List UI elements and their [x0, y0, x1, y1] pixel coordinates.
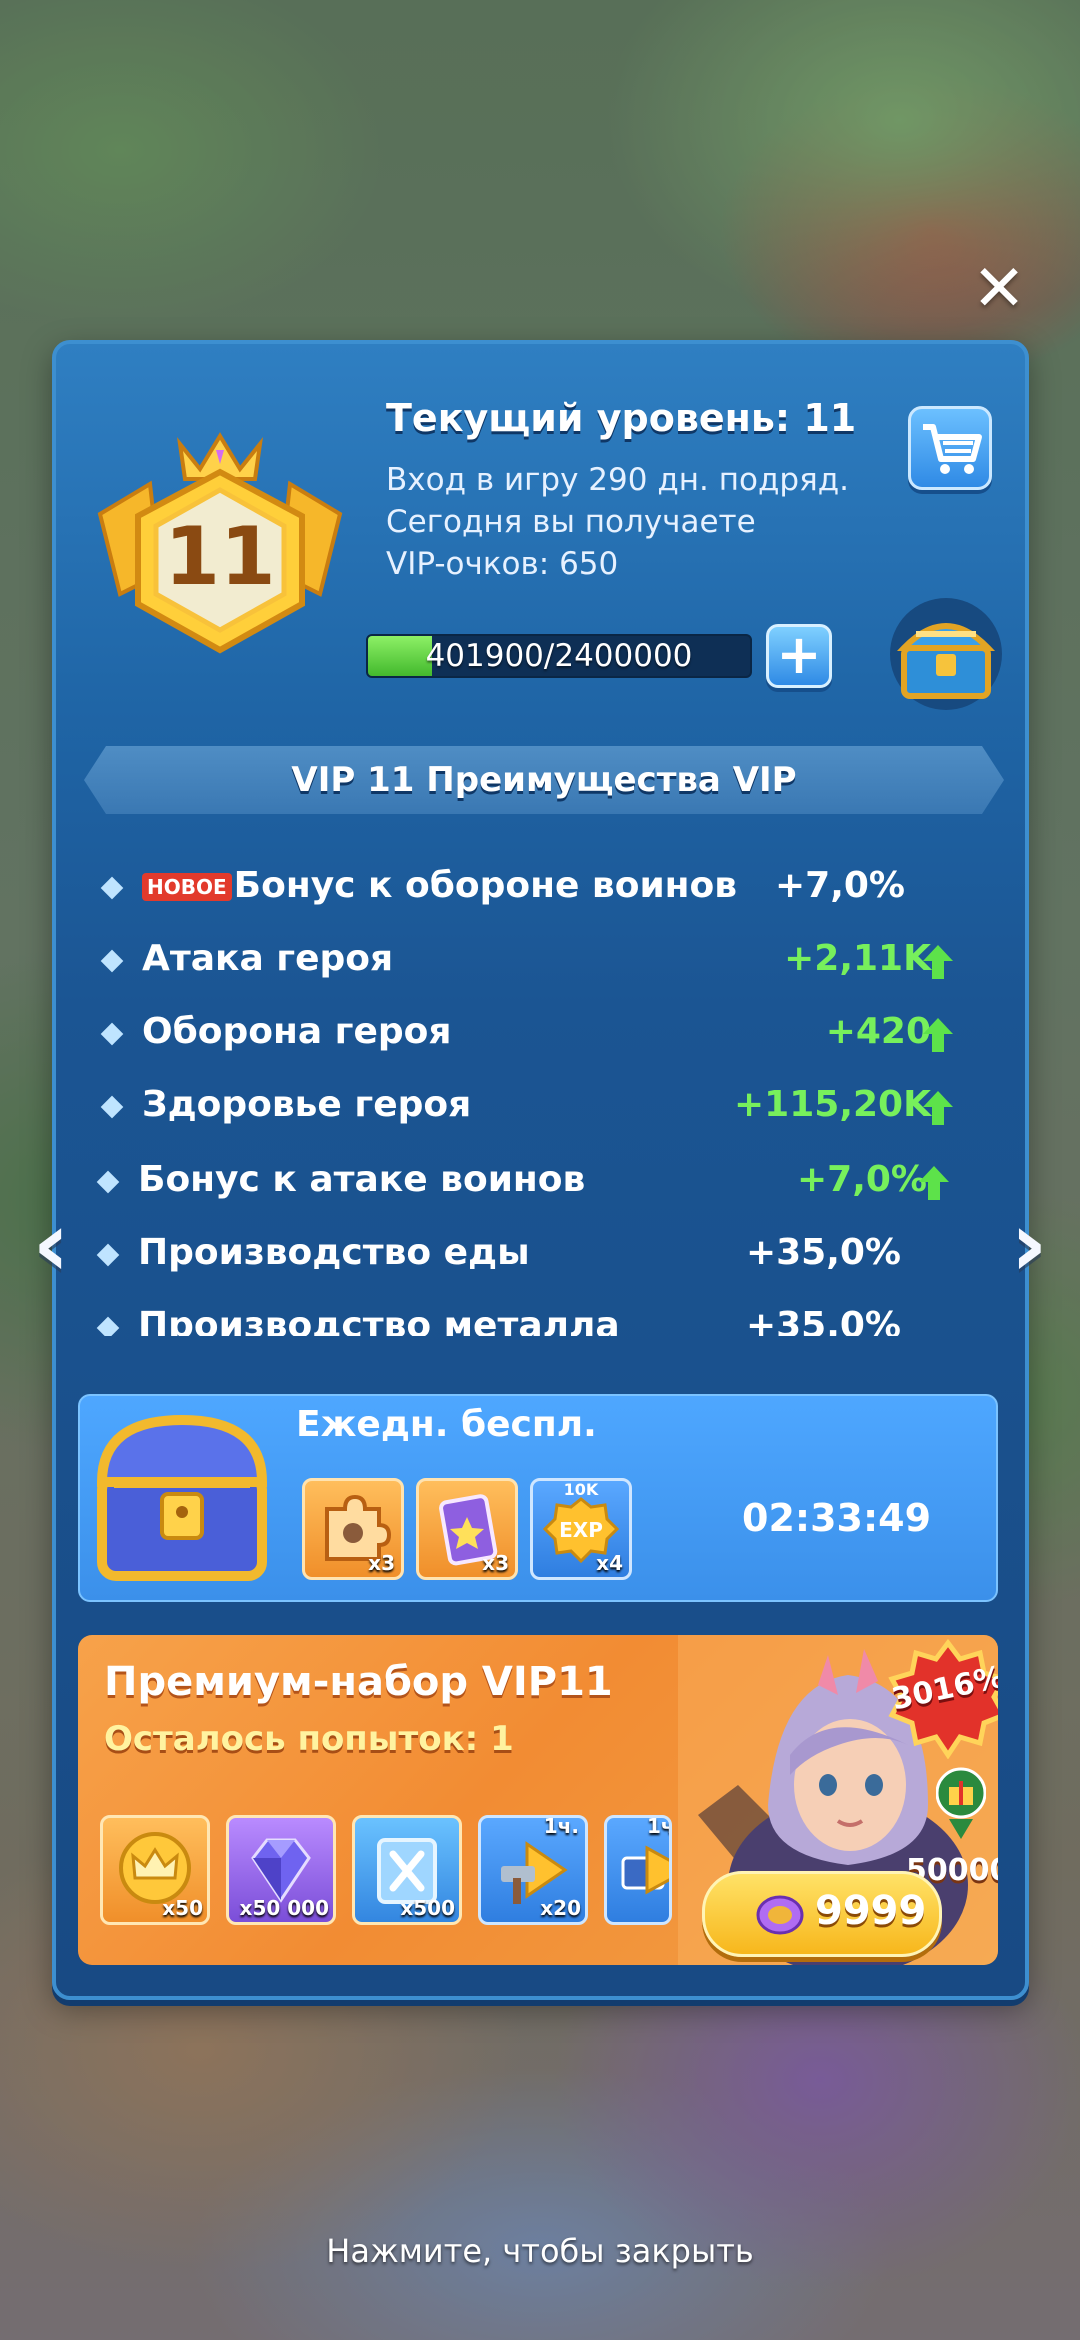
- bullet-icon: [100, 1095, 124, 1119]
- svg-text:EXP: EXP: [559, 1518, 603, 1542]
- close-icon[interactable]: ✕: [968, 257, 1030, 321]
- daily-item[interactable]: x3: [416, 1478, 518, 1580]
- arrow-up-icon: [923, 945, 953, 979]
- svg-text:10K: 10K: [564, 1481, 599, 1499]
- benefit-row: Оборона героя +420: [100, 1002, 993, 1062]
- benefit-name: Здоровье героя: [142, 1084, 472, 1125]
- chest-icon: [96, 1414, 268, 1581]
- current-level-title: Текущий уровень: 11: [386, 396, 857, 440]
- vip-benefits-list[interactable]: НОВОЕ Бонус к обороне воинов +7,0% Атака …: [56, 854, 1025, 1159]
- premium-pack-card[interactable]: Премиум-набор VIP11 Осталось попыток: 1 …: [78, 1635, 998, 1965]
- daily-item[interactable]: EXP 10K x4: [530, 1478, 632, 1580]
- benefit-value: +7,0%: [774, 865, 905, 906]
- benefit-value: +35,0%: [745, 1305, 901, 1336]
- benefit-name: Производство еды: [138, 1232, 530, 1273]
- arrow-up-icon: [919, 1166, 949, 1200]
- arrow-up-icon: [923, 1018, 953, 1052]
- bullet-icon: [100, 949, 124, 973]
- vip-progress-text: 401900/2400000: [425, 638, 693, 674]
- benefit-value: +7,0%: [796, 1159, 927, 1200]
- benefit-value: +2,11K: [784, 938, 931, 979]
- chevron-right-icon[interactable]: ›: [1000, 1200, 1058, 1290]
- benefit-row: Здоровье героя +115,20K: [100, 1075, 993, 1135]
- benefit-value: +35,0%: [745, 1232, 901, 1273]
- premium-item[interactable]: x50 000: [226, 1815, 336, 1925]
- item-quantity: x3: [368, 1551, 395, 1575]
- duration-tag: 1ч: [647, 1815, 672, 1838]
- vip-level-number: 11: [164, 510, 275, 603]
- benefit-name: Производство металла: [138, 1305, 620, 1336]
- daily-item[interactable]: x3: [302, 1478, 404, 1580]
- benefit-row: Производство металла +35,0%: [96, 1296, 989, 1336]
- price-label: 9999: [815, 1888, 927, 1934]
- benefit-value: +420: [825, 1011, 931, 1052]
- benefit-name: Оборона героя: [142, 1011, 452, 1052]
- premium-item[interactable]: 1ч. x20: [478, 1814, 588, 1925]
- premium-item[interactable]: 1ч: [604, 1815, 672, 1925]
- arrow-up-icon: [923, 1091, 953, 1125]
- shop-cart-button[interactable]: [908, 406, 992, 490]
- benefit-row: Производство еды +35,0%: [96, 1223, 989, 1283]
- gem-currency-icon: [756, 1895, 804, 1935]
- daily-timer: 02:33:49: [742, 1496, 932, 1540]
- vip-benefits-banner: VIP 11 Преимущества VIP: [84, 746, 1004, 814]
- premium-attempts-left: Осталось попыток: 1: [104, 1719, 514, 1759]
- benefit-value: +115,20K: [734, 1084, 931, 1125]
- vip-points-text: VIP-очков: 650: [386, 546, 619, 582]
- item-quantity: x3: [482, 1551, 509, 1575]
- add-vip-points-button[interactable]: +: [766, 624, 832, 688]
- premium-pack-title: Премиум-набор VIP11: [104, 1659, 613, 1705]
- benefit-name: Бонус к обороне воинов: [233, 865, 738, 906]
- daily-free-title: Ежедн. беспл.: [296, 1404, 597, 1445]
- vip-benefits-list-lower[interactable]: Бонус к атаке воинов +7,0% Производство …: [52, 1150, 1029, 1336]
- gift-icon: [936, 1767, 986, 1839]
- login-streak-text: Вход в игру 290 дн. подряд.: [386, 462, 850, 498]
- item-quantity: x4: [596, 1551, 623, 1575]
- bullet-icon: [96, 1316, 120, 1336]
- item-quantity: x50: [162, 1896, 203, 1920]
- vip-level-badge: 11: [97, 432, 343, 654]
- item-quantity: x20: [540, 1896, 581, 1920]
- vip-chest-button[interactable]: [886, 594, 1006, 714]
- today-reward-text: Сегодня вы получаете: [386, 504, 756, 540]
- bullet-icon: [100, 876, 124, 900]
- duration-tag: 1ч.: [543, 1814, 579, 1838]
- vip-progress-bar: 401900/2400000: [366, 634, 752, 678]
- item-quantity: x500: [400, 1896, 455, 1920]
- item-quantity: x50 000: [239, 1896, 329, 1920]
- tap-to-close-hint[interactable]: Нажмите, чтобы закрыть: [0, 2232, 1080, 2270]
- premium-item[interactable]: x500: [352, 1815, 462, 1925]
- bullet-icon: [96, 1243, 120, 1267]
- benefit-name: Атака героя: [142, 938, 394, 979]
- benefit-row: Бонус к атаке воинов +7,0%: [96, 1150, 989, 1210]
- benefit-row: НОВОЕ Бонус к обороне воинов +7,0%: [100, 856, 993, 916]
- benefit-name: Бонус к атаке воинов: [138, 1159, 586, 1200]
- benefit-row: Атака героя +2,11K: [100, 929, 993, 989]
- bullet-icon: [96, 1170, 120, 1194]
- chevron-left-icon[interactable]: ‹: [22, 1200, 80, 1290]
- daily-free-card[interactable]: Ежедн. беспл. x3 x3 EXP 10K x4 02:33:49: [78, 1394, 998, 1602]
- cart-icon: [923, 424, 982, 474]
- new-badge: НОВОЕ: [142, 873, 232, 901]
- premium-item[interactable]: x50: [100, 1815, 210, 1925]
- bullet-icon: [100, 1022, 124, 1046]
- buy-premium-button[interactable]: 9999: [702, 1871, 942, 1957]
